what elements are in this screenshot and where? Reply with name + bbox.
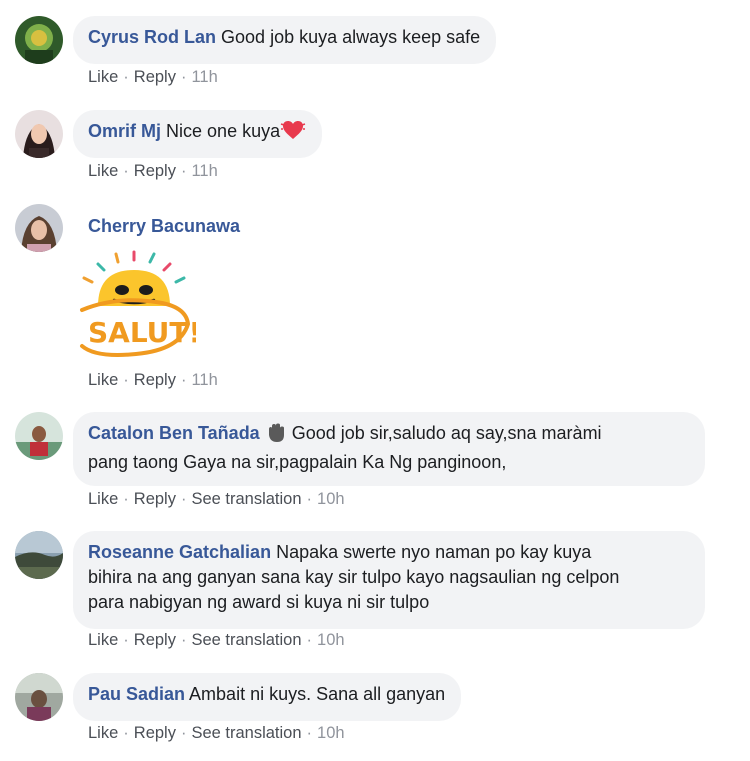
separator: · [123,631,129,649]
like-link[interactable]: Like [88,490,118,508]
like-link[interactable]: Like [88,68,118,86]
separator: · [180,162,187,180]
reply-link[interactable]: Reply [134,631,176,649]
reply-link[interactable]: Reply [134,371,176,389]
comment-bubble: Omrif Mj Nice one kuya [73,110,323,158]
sparkling-heart-icon [280,119,306,148]
comment-text: para nabigyan ng award si kuya ni sir tu… [88,592,430,612]
comment-author[interactable]: Pau Sadian [88,684,185,704]
separator: · [123,371,129,389]
comment-author[interactable]: Cyrus Rod Lan [88,27,216,47]
timestamp[interactable]: 10h [317,724,345,742]
comment-actions: Like · Reply · See translation · 10h [88,490,345,509]
separator: · [180,68,187,86]
separator: · [180,371,187,389]
avatar[interactable] [15,16,63,64]
like-link[interactable]: Like [88,724,118,742]
sticker-text: SALUT! [88,316,196,349]
separator: · [123,68,129,86]
separator: · [180,631,187,649]
avatar[interactable] [15,110,63,158]
avatar[interactable] [15,673,63,721]
like-link[interactable]: Like [88,162,118,180]
comment-text: Nice one kuya [166,121,281,141]
comment-text: Good job sir,saludo aq say,sna maràmi [291,423,602,443]
separator: · [306,631,313,649]
comment-text: Good job kuya always keep safe [221,27,481,47]
avatar[interactable] [15,531,63,579]
timestamp[interactable]: 11h [191,68,217,86]
reply-link[interactable]: Reply [134,162,176,180]
separator: · [123,490,129,508]
comment-actions: Like · Reply · 11h [88,371,218,390]
comment-actions: Like · Reply · 11h [88,162,218,181]
comment-author[interactable]: Cherry Bacunawa [88,216,240,236]
timestamp[interactable]: 11h [191,371,217,389]
comment-author[interactable]: Omrif Mj [88,121,161,141]
comment-actions: Like · Reply · See translation · 10h [88,724,345,743]
see-translation-link[interactable]: See translation [191,490,301,508]
comment-author[interactable]: Roseanne Gatchalian [88,542,271,562]
comment-actions: Like · Reply · See translation · 10h [88,631,345,650]
like-link[interactable]: Like [88,631,118,649]
comment-actions: Like · Reply · 11h [88,68,218,87]
see-translation-link[interactable]: See translation [191,631,301,649]
comment-text: bihira na ang ganyan sana kay sir tulpo … [88,567,620,587]
timestamp[interactable]: 10h [317,490,345,508]
timestamp[interactable]: 10h [317,631,345,649]
comment-bubble: Catalon Ben Tañada Good job sir,saludo a… [73,412,705,486]
comment-bubble: Cherry Bacunawa [73,214,256,249]
separator: · [180,724,187,742]
comment-text: pang taong Gaya na sir,pagpalain Ka Ng p… [88,452,507,472]
reply-link[interactable]: Reply [134,490,176,508]
see-translation-link[interactable]: See translation [191,724,301,742]
comment-author[interactable]: Catalon Ben Tañada [88,423,260,443]
separator: · [123,162,129,180]
reply-link[interactable]: Reply [134,68,176,86]
comment-text: Ambait ni kuys. Sana all ganyan [189,684,446,704]
comment-text: Napaka swerte nyo naman po kay kuya [276,542,592,562]
separator: · [123,724,129,742]
salut-sticker[interactable]: SALUT! [76,250,201,362]
timestamp[interactable]: 11h [191,162,217,180]
waving-hand-icon [265,423,287,450]
separator: · [306,490,313,508]
like-link[interactable]: Like [88,371,118,389]
comment-bubble: Cyrus Rod Lan Good job kuya always keep … [73,16,497,64]
separator: · [306,724,313,742]
comment-bubble: Roseanne Gatchalian Napaka swerte nyo na… [73,531,705,629]
reply-link[interactable]: Reply [134,724,176,742]
avatar[interactable] [15,204,63,252]
separator: · [180,490,187,508]
avatar[interactable] [15,412,63,460]
comment-bubble: Pau Sadian Ambait ni kuys. Sana all gany… [73,673,462,721]
